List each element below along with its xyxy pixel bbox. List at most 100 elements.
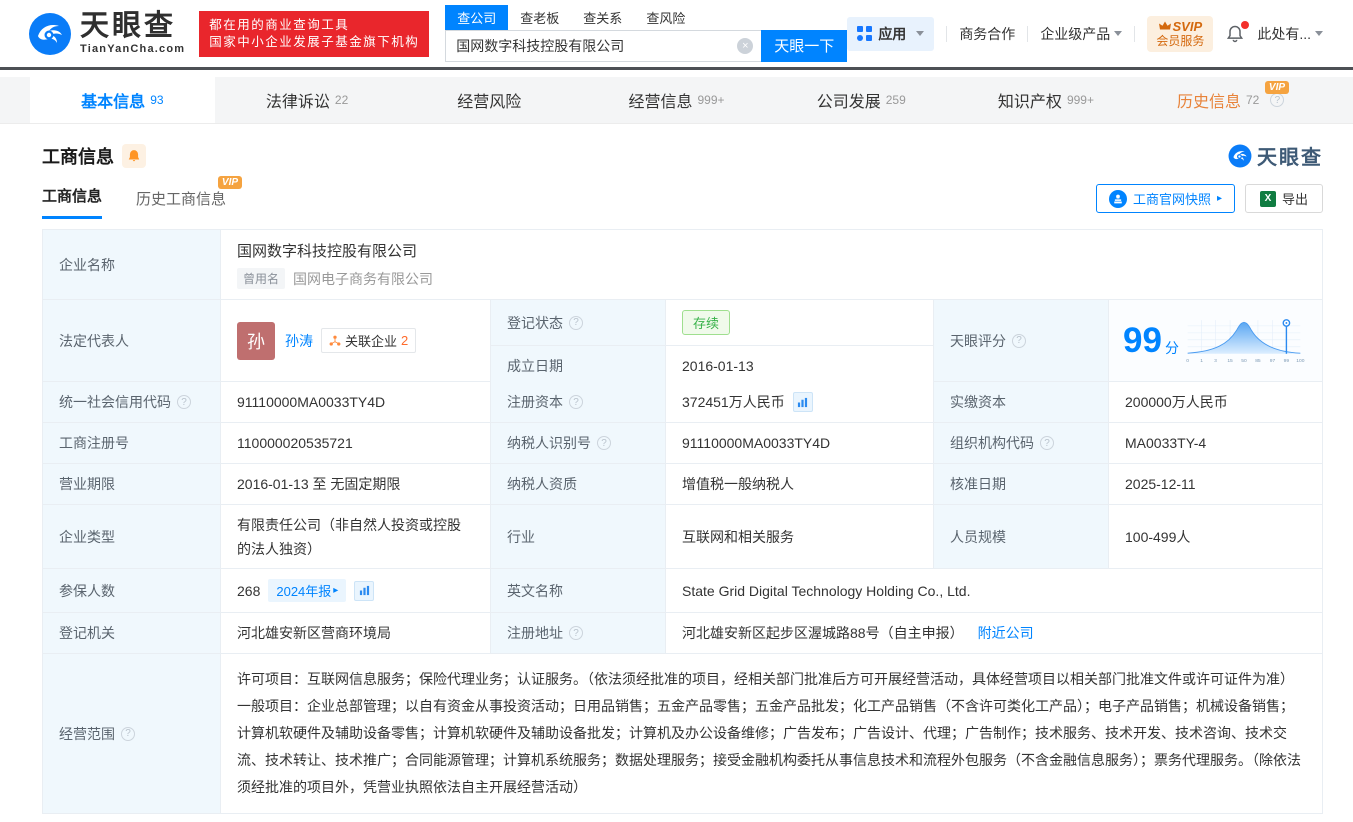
reg-authority-label: 登记机关 [43, 613, 221, 653]
company-type-label: 企业类型 [43, 505, 221, 568]
reg-address-value: 河北雄安新区起步区渥城路88号（自主申报） [682, 623, 964, 643]
reg-capital-label: 注册资本? [491, 382, 666, 422]
help-icon[interactable]: ? [569, 626, 583, 640]
help-icon[interactable]: ? [1040, 436, 1054, 450]
table-row-company-name: 企业名称 国网数字科技控股有限公司 曾用名 国网电子商务有限公司 [43, 230, 1322, 300]
english-name-label: 英文名称 [491, 569, 666, 612]
insured-count-value: 268 [237, 583, 260, 599]
section-title: 工商信息 [42, 143, 114, 169]
divider [1134, 26, 1135, 42]
tab-basic-info[interactable]: 基本信息 93 [30, 77, 215, 123]
notifications-bell[interactable] [1225, 24, 1245, 44]
svg-text:0: 0 [1186, 357, 1189, 363]
search-tab-company[interactable]: 查公司 [445, 5, 508, 30]
apps-button[interactable]: 应用 [847, 17, 934, 51]
export-button[interactable]: X 导出 [1245, 184, 1323, 213]
svg-text:15: 15 [1227, 357, 1233, 363]
former-name-value: 国网电子商务有限公司 [293, 269, 433, 289]
bell-icon [127, 149, 141, 163]
search-tab-relation[interactable]: 查关系 [571, 5, 634, 30]
svg-text:50: 50 [1241, 357, 1247, 363]
subscribe-bell-button[interactable] [122, 144, 146, 168]
reg-address-label: 注册地址? [491, 613, 666, 653]
establish-date-label: 成立日期 [491, 346, 666, 386]
vip-badge: VIP [218, 176, 242, 189]
company-type-value: 有限责任公司（非自然人投资或控股的法人独资） [221, 505, 491, 568]
annual-report-badge[interactable]: 2024年报 ▸ [268, 579, 346, 602]
business-cooperation-link[interactable]: 商务合作 [959, 24, 1015, 44]
reg-status-label: 登记状态? [491, 300, 666, 345]
paid-capital-value: 200000万人民币 [1109, 382, 1322, 422]
industry-value: 互联网和相关服务 [666, 505, 934, 568]
nearby-companies-link[interactable]: 附近公司 [978, 623, 1034, 643]
table-row-business-term: 营业期限 2016-01-13 至 无固定期限 纳税人资质 增值税一般纳税人 核… [43, 464, 1322, 505]
chevron-down-icon [1114, 31, 1122, 36]
tab-history-info[interactable]: VIP 历史信息 72 ? [1138, 77, 1323, 123]
watermark-logo: 天眼查 [1228, 141, 1323, 170]
subtab-business-info[interactable]: 工商信息 [42, 185, 102, 219]
promo-line2: 国家中小企业发展子基金旗下机构 [209, 34, 419, 51]
tab-operation-info[interactable]: 经营信息 999+ [584, 77, 769, 123]
tianyan-score[interactable]: 99 分 [1109, 300, 1322, 381]
tianyancha-logo[interactable]: 天眼查 TianYanCha.com [28, 12, 185, 56]
insured-chart-icon[interactable] [354, 581, 374, 601]
staff-size-value: 100-499人 [1109, 505, 1322, 568]
clear-icon[interactable]: × [737, 38, 753, 54]
business-scope-value: 许可项目：互联网信息服务；保险代理业务；认证服务。（依法须经批准的项目，经相关部… [237, 666, 1306, 801]
reg-number-value: 110000020535721 [221, 423, 491, 463]
stamp-icon [1109, 190, 1127, 208]
user-name: 此处有... [1257, 24, 1311, 44]
approval-date-label: 核准日期 [934, 464, 1109, 504]
search-input[interactable] [446, 31, 761, 61]
legal-rep-avatar[interactable]: 孙 [237, 322, 275, 360]
spacer [0, 70, 1353, 77]
subtab-history-business-info[interactable]: 历史工商信息 VIP [136, 188, 226, 219]
tab-operation-risk[interactable]: 经营风险 [399, 77, 584, 123]
search-tab-risk[interactable]: 查风险 [634, 5, 697, 30]
company-name-label: 企业名称 [43, 230, 221, 299]
taxpayer-id-value: 91110000MA0033TY4D [666, 423, 934, 463]
help-icon[interactable]: ? [569, 316, 583, 330]
legal-rep-name-link[interactable]: 孙涛 [285, 331, 313, 351]
help-icon[interactable]: ? [597, 436, 611, 450]
table-row-credit-code: 统一社会信用代码? 91110000MA0033TY4D 注册资本? 37245… [43, 382, 1322, 423]
search-tab-boss[interactable]: 查老板 [508, 5, 571, 30]
user-menu[interactable]: 此处有... [1257, 24, 1323, 44]
tab-intellectual-property[interactable]: 知识产权 999+ [954, 77, 1139, 123]
official-snapshot-button[interactable]: 工商官网快照 ▸ [1096, 184, 1235, 213]
help-icon[interactable]: ? [569, 395, 583, 409]
credit-code-value: 91110000MA0033TY4D [221, 382, 491, 422]
site-header: 天眼查 TianYanCha.com 都在用的商业查询工具 国家中小企业发展子基… [0, 0, 1353, 70]
approval-date-value: 2025-12-11 [1109, 464, 1322, 504]
svip-membership-button[interactable]: SVIP 会员服务 [1147, 16, 1213, 52]
promo-line1: 都在用的商业查询工具 [209, 17, 419, 34]
apps-label: 应用 [878, 24, 906, 44]
notification-dot [1241, 21, 1249, 29]
help-icon[interactable]: ? [1012, 334, 1026, 348]
capital-chart-icon[interactable] [793, 392, 813, 412]
tab-company-development[interactable]: 公司发展 259 [769, 77, 954, 123]
network-icon [329, 335, 341, 347]
company-nav-tabs: 基本信息 93 法律诉讼 22 经营风险 经营信息 999+ 公司发展 259 … [0, 77, 1353, 124]
tianyancha-watermark-icon [1228, 144, 1252, 168]
related-companies-badge[interactable]: 关联企业 2 [321, 328, 416, 353]
search-button[interactable]: 天眼一下 [761, 30, 847, 62]
taxpayer-quality-value: 增值税一般纳税人 [666, 464, 934, 504]
divider [946, 26, 947, 42]
reg-number-label: 工商注册号 [43, 423, 221, 463]
help-icon[interactable]: ? [177, 395, 191, 409]
table-row-reg-authority: 登记机关 河北雄安新区营商环境局 注册地址? 河北雄安新区起步区渥城路88号（自… [43, 613, 1322, 654]
search-area: 查公司 查老板 查关系 查风险 × 天眼一下 [445, 6, 847, 62]
reg-authority-value: 河北雄安新区营商环境局 [221, 613, 491, 653]
business-scope-label: 经营范围? [43, 654, 221, 813]
help-icon[interactable]: ? [1270, 93, 1284, 107]
english-name-value: State Grid Digital Technology Holding Co… [666, 569, 1322, 612]
chevron-down-icon [916, 31, 924, 36]
help-icon[interactable]: ? [121, 727, 135, 741]
tab-legal-litigation[interactable]: 法律诉讼 22 [215, 77, 400, 123]
vip-badge: VIP [1265, 81, 1289, 94]
legal-rep-label: 法定代表人 [43, 300, 221, 381]
enterprise-products-link[interactable]: 企业级产品 [1040, 24, 1122, 44]
taxpayer-id-label: 纳税人识别号? [491, 423, 666, 463]
former-name-badge: 曾用名 [237, 268, 285, 289]
